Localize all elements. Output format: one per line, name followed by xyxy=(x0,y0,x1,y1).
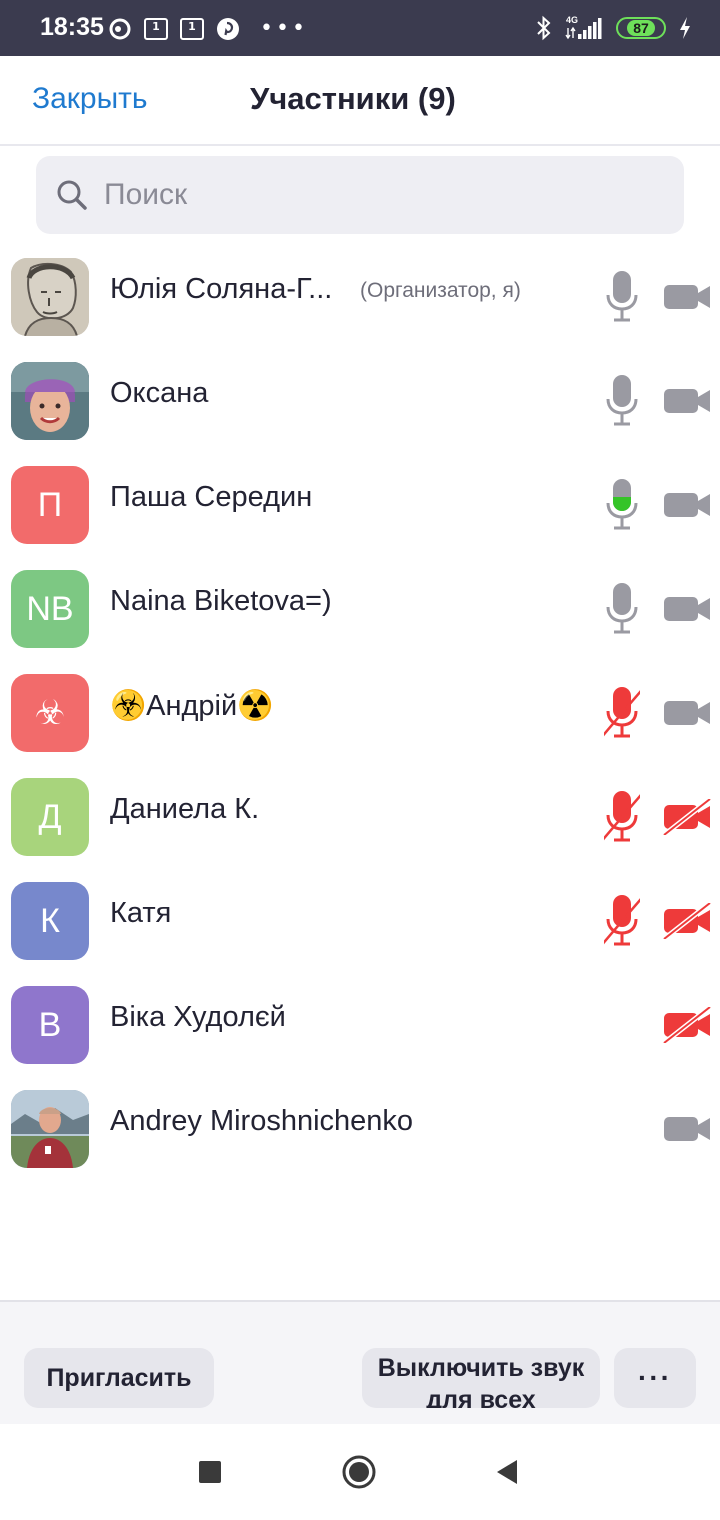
more-dots-icon: ••• xyxy=(260,16,308,41)
back-button[interactable] xyxy=(495,1458,519,1486)
mic-icon[interactable] xyxy=(604,371,640,431)
search-input[interactable] xyxy=(104,156,664,234)
avatar: В xyxy=(11,986,89,1064)
calendar-icon: 1 xyxy=(180,18,204,40)
video-camera-icon[interactable] xyxy=(662,1111,712,1147)
bluetooth-icon xyxy=(537,15,551,41)
participant-name: Віка Худолєй xyxy=(110,1001,286,1033)
video-off-icon[interactable] xyxy=(662,799,712,835)
participant-name: Naina Biketova=) xyxy=(110,585,332,617)
avatar: П xyxy=(11,466,89,544)
charging-icon xyxy=(680,17,690,39)
participant-name: Даниела К. xyxy=(110,793,260,825)
video-camera-icon[interactable] xyxy=(662,279,712,315)
avatar: NB xyxy=(11,570,89,648)
notification-icons: 1 1 ••• xyxy=(108,16,308,42)
battery-icon: 87 xyxy=(616,17,666,39)
participant-name: Оксана xyxy=(110,377,209,409)
participant-row[interactable]: К Катя xyxy=(0,869,720,973)
system-icons: 4G 87 xyxy=(536,14,692,42)
search-bar[interactable] xyxy=(36,156,684,234)
mic-muted-icon[interactable] xyxy=(604,891,640,951)
search-icon xyxy=(57,180,87,210)
invite-button[interactable]: Пригласить xyxy=(24,1348,214,1408)
close-button[interactable]: Закрыть xyxy=(32,82,148,116)
participant-row[interactable]: Andrey Miroshnichenko xyxy=(0,1077,720,1181)
mic-icon[interactable] xyxy=(604,267,640,327)
biohazard-avatar: ☣ xyxy=(11,674,89,752)
participant-row[interactable]: Оксана xyxy=(0,349,720,453)
signal-icon: 4G xyxy=(565,15,602,40)
page-title: Участники (9) xyxy=(250,81,456,116)
status-bar: 18:35 1 1 ••• 4G 87 xyxy=(0,0,720,56)
participant-row[interactable]: ☣ ☣️Андрій☢️ xyxy=(0,661,720,765)
status-time: 18:35 xyxy=(40,13,104,41)
cast-icon xyxy=(109,18,131,40)
mic-muted-icon[interactable] xyxy=(604,683,640,743)
video-camera-icon[interactable] xyxy=(662,383,712,419)
participant-row[interactable]: NB Naina Biketova=) xyxy=(0,557,720,661)
participant-row[interactable]: В Віка Худолєй xyxy=(0,973,720,1077)
participant-name: Паша Середин xyxy=(110,481,313,513)
avatar: Д xyxy=(11,778,89,856)
participants-header: Закрыть Участники (9) xyxy=(0,56,720,146)
participant-name: ☣️Андрій☢️ xyxy=(110,690,274,722)
participant-row[interactable]: П Паша Середин xyxy=(0,453,720,557)
video-camera-icon[interactable] xyxy=(662,487,712,523)
recents-button[interactable] xyxy=(199,1461,221,1483)
mute-all-button[interactable]: Выключить звук для всех xyxy=(362,1348,600,1408)
mic-icon[interactable] xyxy=(604,579,640,639)
participant-name: Andrey Miroshnichenko xyxy=(110,1105,414,1137)
participant-row[interactable]: Д Даниела К. xyxy=(0,765,720,869)
home-button[interactable] xyxy=(342,1455,376,1489)
participant-name: Катя xyxy=(110,897,172,929)
avatar: К xyxy=(11,882,89,960)
participant-row[interactable]: Юлія Соляна-Г... (Организатор, я) xyxy=(0,245,720,349)
participant-role: (Организатор, я) xyxy=(360,279,521,302)
more-options-button[interactable]: ··· xyxy=(614,1348,696,1408)
video-off-icon[interactable] xyxy=(662,1007,712,1043)
avatar xyxy=(11,258,89,336)
video-off-icon[interactable] xyxy=(662,903,712,939)
participant-name: Юлія Соляна-Г... xyxy=(110,273,333,305)
battery-level: 87 xyxy=(627,20,655,36)
calendar-icon: 1 xyxy=(144,18,168,40)
participants-footer: Пригласить Выключить звук для всех ··· xyxy=(0,1300,720,1424)
avatar xyxy=(11,362,89,440)
pinterest-icon xyxy=(217,18,239,40)
video-camera-icon[interactable] xyxy=(662,591,712,627)
mic-muted-icon[interactable] xyxy=(604,787,640,847)
mic-speaking-icon[interactable] xyxy=(604,475,640,535)
video-camera-icon[interactable] xyxy=(662,695,712,731)
system-navigation-bar xyxy=(0,1424,720,1520)
svg-text:4G: 4G xyxy=(566,15,578,25)
avatar xyxy=(11,1090,89,1168)
